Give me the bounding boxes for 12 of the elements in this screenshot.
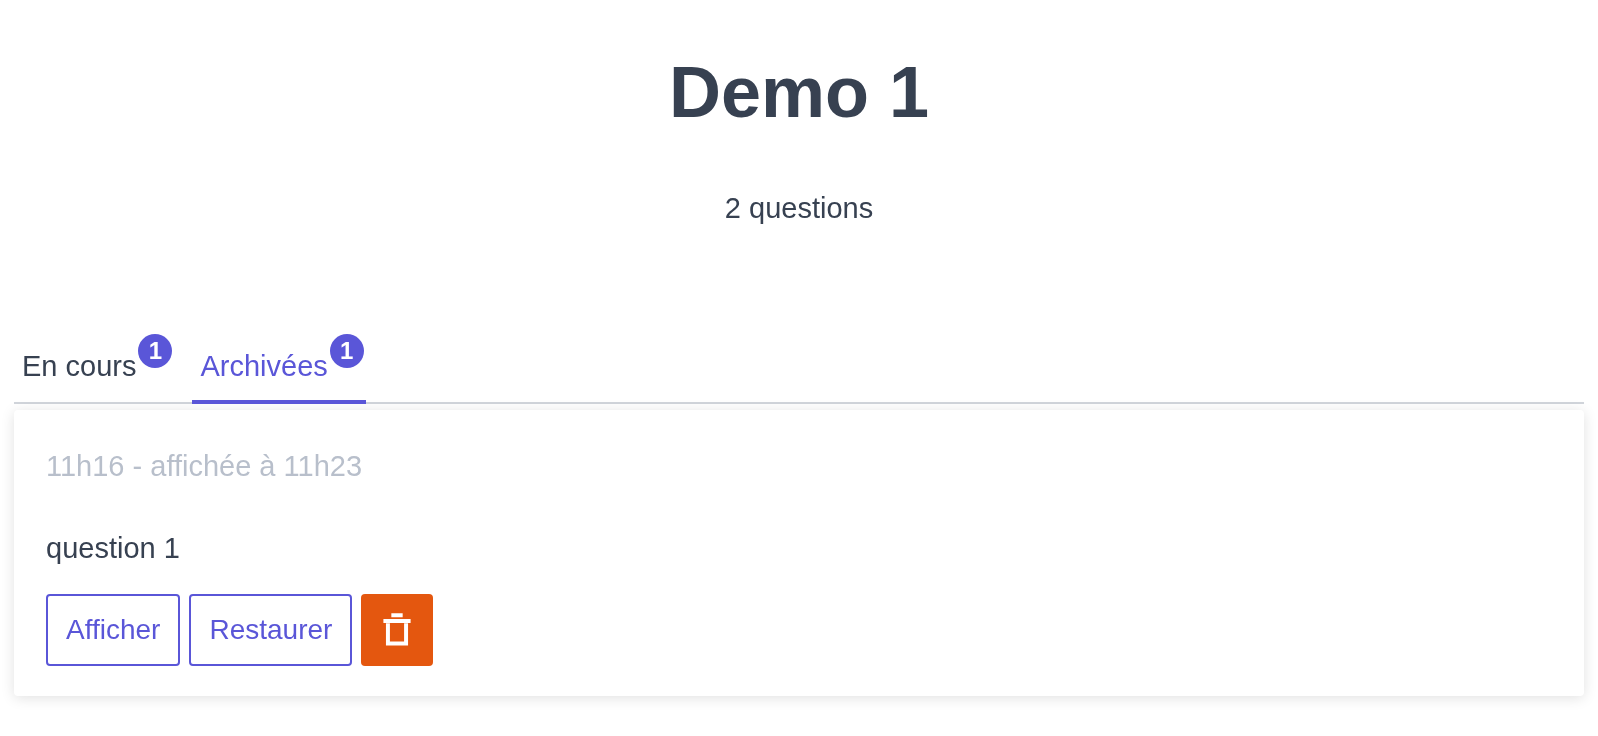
action-button[interactable]: Restaurer — [189, 594, 353, 666]
tab[interactable]: Archivées 1 — [192, 330, 366, 404]
question-count: 2 questions — [724, 191, 874, 226]
tab[interactable]: En cours 1 — [14, 330, 175, 404]
count-badge: 1 — [138, 334, 173, 368]
count-badge: 1 — [329, 334, 364, 368]
page-title: Demo 1 — [668, 51, 930, 134]
question-text: question 1 — [46, 531, 181, 566]
question-timestamp: 11h16 - affichée à 11h23 — [46, 449, 364, 484]
action-button[interactable]: Afficher — [46, 594, 181, 666]
trash-icon — [382, 613, 413, 647]
delete-button[interactable] — [361, 594, 434, 666]
